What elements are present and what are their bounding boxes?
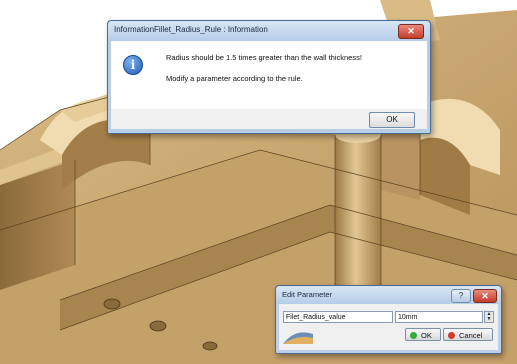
edit-parameter-title: Edit Parameter — [282, 290, 333, 299]
param-cancel-button[interactable]: Cancel — [443, 328, 493, 341]
value-spinner[interactable]: ▲ ▼ — [484, 311, 494, 323]
edit-parameter-body: Filet_Radius_value 10mm ▲ ▼ OK Cancel — [279, 304, 498, 350]
info-icon: i — [123, 55, 143, 75]
parameter-value-input[interactable]: 10mm — [395, 311, 483, 323]
parameter-name-field: Filet_Radius_value — [283, 311, 393, 323]
param-cancel-label: Cancel — [459, 331, 483, 340]
catia-logo-icon — [283, 332, 313, 344]
info-ok-button[interactable]: OK — [369, 112, 415, 128]
close-icon[interactable]: ✕ — [398, 24, 424, 39]
help-icon[interactable]: ? — [451, 289, 471, 303]
spin-down-icon[interactable]: ▼ — [487, 316, 492, 322]
param-ok-button[interactable]: OK — [405, 328, 441, 341]
param-ok-label: OK — [421, 331, 432, 340]
ok-check-icon — [410, 332, 417, 339]
model-cylinder — [335, 135, 381, 295]
information-dialog: InformationFillet_Radius_Rule : Informat… — [107, 20, 431, 134]
information-dialog-body: i Radius should be 1.5 times greater tha… — [111, 41, 427, 109]
information-dialog-titlebar[interactable]: InformationFillet_Radius_Rule : Informat… — [108, 21, 430, 41]
cancel-icon — [448, 332, 455, 339]
information-message-line2: Modify a parameter according to the rule… — [166, 74, 303, 83]
information-message-line1: Radius should be 1.5 times greater than … — [166, 53, 362, 62]
close-icon[interactable]: ✕ — [473, 289, 497, 303]
information-dialog-footer: OK — [111, 109, 427, 129]
edit-parameter-titlebar[interactable]: Edit Parameter ? ✕ — [276, 286, 501, 304]
edit-parameter-dialog: Edit Parameter ? ✕ Filet_Radius_value 10… — [275, 285, 502, 354]
information-dialog-title: InformationFillet_Radius_Rule : Informat… — [114, 25, 268, 34]
